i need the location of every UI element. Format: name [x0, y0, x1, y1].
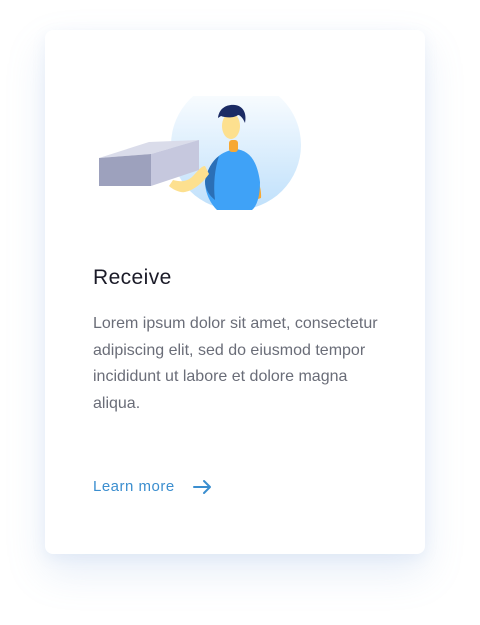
card-title: Receive [93, 266, 172, 289]
person-holding-box-illustration [97, 80, 307, 216]
learn-more-label: Learn more [93, 478, 175, 495]
feature-card: Receive Lorem ipsum dolor sit amet, cons… [45, 30, 425, 554]
neck [229, 140, 238, 152]
learn-more-link[interactable]: Learn more [93, 478, 213, 495]
box-front [99, 154, 151, 186]
arrow-right-icon [192, 479, 213, 495]
card-description: Lorem ipsum dolor sit amet, consectetur … [93, 315, 378, 412]
